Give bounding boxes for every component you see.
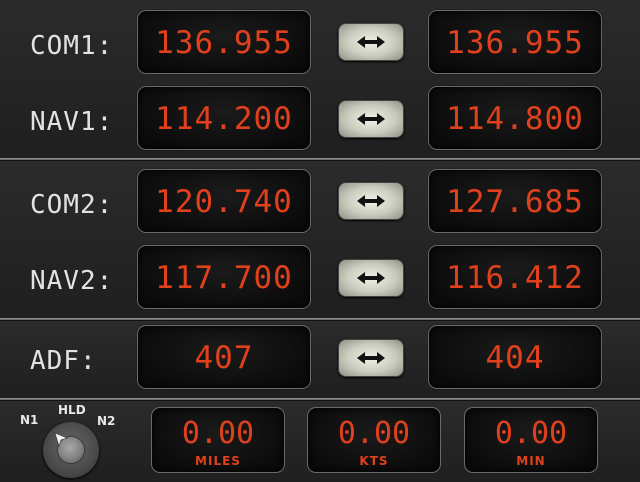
dme-time-display: 0.00 MIN (464, 407, 598, 473)
dme-selector-knob[interactable] (43, 422, 99, 478)
nav1-active-display[interactable]: 114.200 (137, 86, 311, 150)
dme-speed-display: 0.00 KTS (307, 407, 441, 473)
time-value: 0.00 (494, 416, 568, 451)
speed-value: 0.00 (337, 416, 411, 451)
com1-label: COM1: (30, 31, 114, 61)
com1-standby-display[interactable]: 136.955 (428, 10, 602, 74)
double-arrow-icon (357, 36, 385, 48)
knob-n2-label: N2 (97, 414, 116, 428)
com2-swap-button[interactable] (338, 182, 404, 220)
com1-active-display[interactable]: 136.955 (137, 10, 311, 74)
adf-swap-button[interactable] (338, 339, 404, 377)
adf-standby-display[interactable]: 404 (428, 325, 602, 389)
double-arrow-icon (357, 352, 385, 364)
miles-value: 0.00 (181, 416, 255, 451)
speed-unit: KTS (359, 454, 389, 468)
double-arrow-icon (357, 113, 385, 125)
knob-n1-label: N1 (20, 413, 39, 427)
time-unit: MIN (516, 454, 546, 468)
adf-label: ADF: (30, 346, 97, 376)
miles-unit: MILES (195, 454, 241, 468)
nav1-label: NAV1: (30, 107, 114, 137)
nav1-standby-display[interactable]: 114.800 (428, 86, 602, 150)
nav2-active-display[interactable]: 117.700 (137, 245, 311, 309)
knob-hld-label: HLD (58, 403, 86, 417)
nav2-swap-button[interactable] (338, 259, 404, 297)
double-arrow-icon (357, 195, 385, 207)
com2-standby-display[interactable]: 127.685 (428, 169, 602, 233)
nav2-standby-display[interactable]: 116.412 (428, 245, 602, 309)
nav1-swap-button[interactable] (338, 100, 404, 138)
nav2-label: NAV2: (30, 266, 114, 296)
adf-active-display[interactable]: 407 (137, 325, 311, 389)
com2-label: COM2: (30, 190, 114, 220)
com2-active-display[interactable]: 120.740 (137, 169, 311, 233)
com1-swap-button[interactable] (338, 23, 404, 61)
double-arrow-icon (357, 272, 385, 284)
pointer-icon (54, 432, 68, 447)
dme-miles-display: 0.00 MILES (151, 407, 285, 473)
